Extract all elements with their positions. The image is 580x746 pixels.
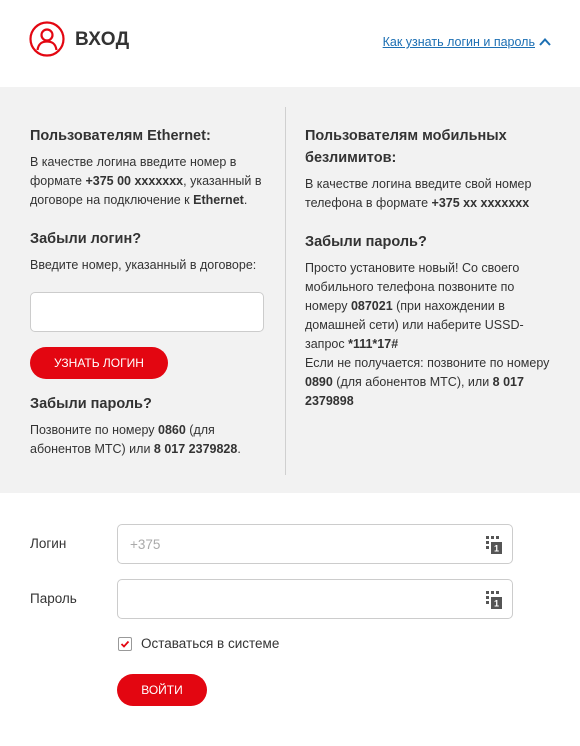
- mobile-heading: Пользователям мобильных безлимитов:: [305, 128, 507, 166]
- chevron-up-icon[interactable]: [538, 35, 552, 49]
- remember-checkbox[interactable]: [118, 636, 132, 651]
- info-panel: Пользователям Ethernet: В качестве логин…: [0, 87, 580, 493]
- password-field[interactable]: 1: [117, 579, 513, 619]
- ethernet-heading: Пользователям Ethernet:: [30, 128, 211, 144]
- forgot-password-mobile-text: Просто установите новый! Со своего мобил…: [305, 261, 550, 408]
- mobile-text: В качестве логина введите свой номер тел…: [305, 177, 532, 210]
- info-column-ethernet: Пользователям Ethernet: В качестве логин…: [30, 125, 270, 459]
- login-button[interactable]: Войти: [117, 674, 207, 706]
- help-link[interactable]: Как узнать логин и пароль: [383, 35, 535, 49]
- forgot-password-text: Позвоните по номеру 0860 (для абонентов …: [30, 423, 241, 456]
- checkmark-icon: [120, 640, 130, 648]
- remember-me: Оставаться в системе: [118, 636, 279, 651]
- forgot-password-heading: Забыли пароль?: [30, 396, 152, 412]
- forgot-login-text: Введите номер, указанный в договоре:: [30, 258, 257, 272]
- password-input[interactable]: [118, 580, 512, 618]
- ethernet-text: В качестве логина введите номер в формат…: [30, 155, 262, 207]
- keypad-icon[interactable]: 1: [486, 536, 502, 554]
- login-field[interactable]: 1: [117, 524, 513, 564]
- login-form: Логин 1 Пароль 1 О: [0, 493, 580, 746]
- svg-text:1: 1: [494, 599, 499, 609]
- login-label: Логин: [30, 536, 67, 551]
- remember-label: Оставаться в системе: [141, 636, 280, 651]
- login-input[interactable]: [118, 525, 512, 563]
- forgot-password-mobile-heading: Забыли пароль?: [305, 234, 427, 250]
- password-label: Пароль: [30, 591, 77, 606]
- forgot-login-heading: Забыли логин?: [30, 231, 142, 247]
- keypad-icon[interactable]: 1: [486, 591, 502, 609]
- find-login-button[interactable]: Узнать логин: [30, 347, 168, 379]
- svg-text:1: 1: [494, 544, 499, 554]
- info-column-mobile: Пользователям мобильных безлимитов: В ка…: [305, 125, 550, 411]
- page-title: ВХОД: [75, 29, 130, 50]
- contract-number-input[interactable]: [30, 292, 264, 332]
- column-divider: [285, 107, 286, 475]
- header: ВХОД Как узнать логин и пароль: [0, 0, 580, 87]
- user-circle-icon: [29, 21, 65, 57]
